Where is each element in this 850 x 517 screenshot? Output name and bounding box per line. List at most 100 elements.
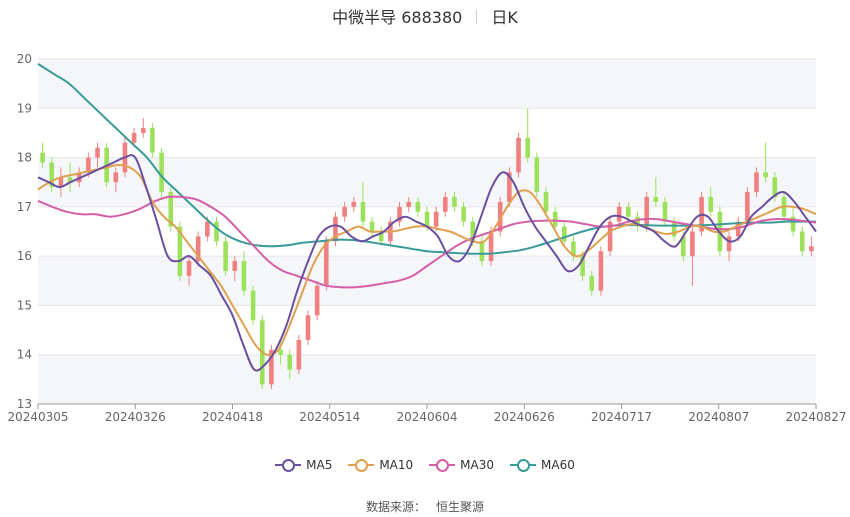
- candle-body: [763, 172, 768, 178]
- y-tick-label: 20: [17, 52, 32, 66]
- candle: [250, 285, 256, 326]
- legend-swatch-icon: [429, 459, 456, 472]
- candle-body: [461, 206, 466, 222]
- candle-body: [205, 221, 210, 237]
- candlestick-chart: 13 14 15 16 17 18 19 20 20240305 20240326 2024041…: [7, 52, 847, 424]
- candle: [223, 236, 228, 276]
- legend-item-ma30[interactable]: MA30: [429, 458, 494, 472]
- candle-body: [754, 172, 759, 193]
- candle: [305, 310, 311, 345]
- candle: [333, 211, 338, 247]
- legend-item-ma10[interactable]: MA10: [348, 458, 413, 472]
- x-tick-label: 20240604: [396, 410, 457, 424]
- x-tick-label: 20240827: [785, 410, 846, 424]
- candle-body: [223, 241, 228, 271]
- candle: [635, 211, 640, 232]
- data-source: 数据来源： 恒生聚源: [0, 498, 850, 515]
- candle-body: [479, 241, 485, 262]
- candle-body: [809, 246, 814, 252]
- legend-label: MA10: [379, 458, 414, 472]
- candle-body: [690, 231, 695, 257]
- legend-item-ma60[interactable]: MA60: [510, 458, 575, 472]
- candles: [40, 108, 814, 390]
- x-tick-label: 20240717: [591, 410, 652, 424]
- y-tick-label: 18: [17, 151, 32, 165]
- candle-body: [406, 201, 411, 207]
- candle-body: [95, 147, 100, 158]
- candle-body: [616, 206, 622, 222]
- candle-body: [525, 137, 530, 158]
- candle: [150, 123, 155, 158]
- candle-body: [424, 211, 430, 227]
- candle-body: [131, 132, 137, 143]
- candle-body: [296, 339, 302, 370]
- candle: [314, 280, 320, 321]
- y-tick-label: 14: [17, 348, 32, 362]
- candle-body: [452, 197, 457, 207]
- candle-body: [534, 157, 540, 193]
- candle-body: [626, 206, 631, 217]
- source-label: 数据来源：: [365, 500, 426, 514]
- legend-swatch-icon: [510, 459, 537, 472]
- legend: MA5 MA10 MA30 MA60: [0, 458, 850, 474]
- candle-body: [562, 226, 567, 242]
- grid-band: [38, 256, 816, 306]
- candle: [534, 152, 540, 197]
- candle: [214, 216, 219, 247]
- candle: [598, 246, 604, 296]
- legend-swatch-icon: [348, 459, 375, 472]
- y-tick-label: 15: [17, 298, 32, 312]
- candle-body: [250, 290, 256, 321]
- candle-body: [40, 152, 45, 163]
- legend-label: MA5: [306, 458, 333, 472]
- candle-body: [516, 137, 521, 173]
- candle-body: [241, 261, 247, 291]
- candle-body: [360, 201, 366, 222]
- candle-body: [305, 315, 311, 340]
- candle-body: [351, 201, 357, 207]
- candle-body: [708, 197, 714, 212]
- legend-label: MA30: [460, 458, 495, 472]
- candle-body: [598, 251, 604, 291]
- candle-body: [653, 197, 659, 202]
- candle-body: [644, 197, 649, 227]
- candle-body: [433, 211, 439, 227]
- y-tick-label: 13: [17, 397, 32, 411]
- candle: [516, 132, 521, 178]
- candle: [607, 216, 613, 257]
- candle-body: [159, 152, 164, 193]
- candle-body: [287, 354, 292, 370]
- grid-band: [38, 59, 816, 109]
- candle-body: [324, 241, 329, 286]
- x-axis: 20240305 20240326 20240418 20240514 20240604…: [7, 403, 847, 424]
- x-tick-label: 20240418: [202, 410, 263, 424]
- x-tick-label: 20240626: [494, 410, 555, 424]
- candle-body: [140, 128, 146, 133]
- candle-body: [543, 192, 549, 212]
- candle: [809, 236, 814, 257]
- y-tick-label: 19: [17, 101, 32, 115]
- candle-body: [552, 211, 558, 227]
- candle: [369, 216, 375, 237]
- candle-body: [415, 201, 421, 212]
- candle: [140, 118, 146, 138]
- candle-body: [150, 128, 155, 153]
- candle: [296, 335, 302, 375]
- legend-swatch-icon: [275, 459, 302, 472]
- legend-item-ma5[interactable]: MA5: [275, 458, 332, 472]
- x-tick-label: 20240305: [7, 410, 68, 424]
- candle: [159, 147, 164, 197]
- candle: [269, 344, 274, 390]
- candle-body: [726, 236, 732, 252]
- candle-body: [799, 231, 805, 252]
- candle-body: [214, 221, 219, 242]
- chart-page: 中微半导 688380 日K 13 14 15 16 17 18 19 20 20240305 2…: [0, 0, 850, 517]
- grid-band: [38, 354, 816, 404]
- candle-body: [314, 285, 320, 316]
- candle: [799, 226, 805, 257]
- candle-body: [745, 192, 750, 222]
- candle: [671, 216, 677, 242]
- candle-body: [589, 275, 595, 291]
- candle: [49, 157, 55, 193]
- candle-body: [369, 221, 375, 232]
